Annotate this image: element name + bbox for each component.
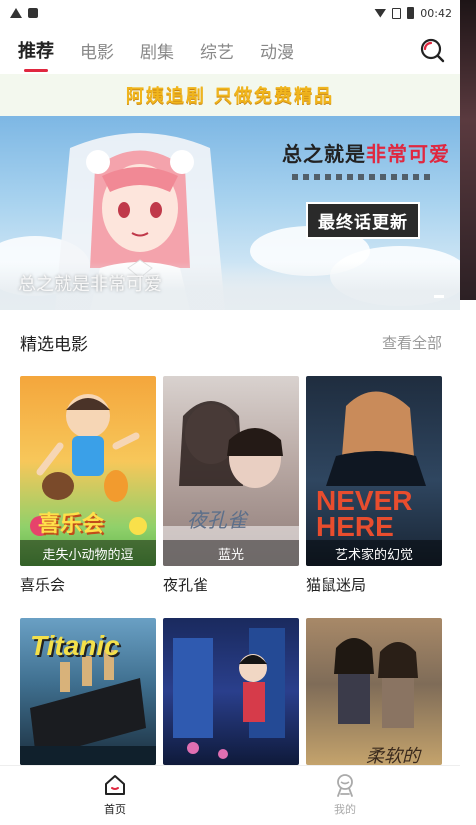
banner-image: 总之就是非常可爱 最终话更新 总之就是非常可爱 xyxy=(0,116,460,310)
banner-caption: 总之就是非常可爱 xyxy=(18,274,162,295)
tab-variety[interactable]: 综艺 xyxy=(200,38,234,63)
tab-series[interactable]: 剧集 xyxy=(140,38,174,63)
edge-strip xyxy=(460,0,476,300)
movie-title: 猫鼠迷局 xyxy=(306,576,367,594)
movie-poster: NEVER HERE 艺术家的幻觉 xyxy=(306,376,442,566)
status-time: 00:42 xyxy=(420,6,452,20)
movie-poster xyxy=(163,618,299,765)
movie-poster: Titanic xyxy=(20,618,156,765)
movie-card[interactable]: 喜乐会 走失小动物的逗 喜乐会 xyxy=(20,376,156,595)
movie-card[interactable]: 夜孔雀 蓝光 夜孔雀 xyxy=(163,376,299,595)
wifi-icon xyxy=(374,8,387,18)
warning-icon xyxy=(10,8,22,18)
banner-headline: 总之就是非常可爱 xyxy=(282,142,450,166)
carousel-indicator xyxy=(434,295,444,298)
movie-card[interactable]: NEVER HERE 艺术家的幻觉 猫鼠迷局 xyxy=(306,376,442,595)
status-bar: 00:42 xyxy=(0,0,460,26)
tab-movies[interactable]: 电影 xyxy=(80,38,114,63)
poster-overlay-text: 艺术家的幻觉 xyxy=(306,540,442,566)
search-button[interactable] xyxy=(418,36,446,64)
notification-icon xyxy=(28,8,38,18)
home-icon xyxy=(105,775,125,795)
featured-movies-header: 精选电影 查看全部 xyxy=(0,322,460,362)
tab-profile[interactable]: 我的 xyxy=(230,766,460,825)
sim-icon xyxy=(392,7,402,19)
tab-anime[interactable]: 动漫 xyxy=(260,38,294,63)
banner-slogan-bar: 阿姨追剧 只做免费精品 xyxy=(0,74,460,116)
banner-slogan: 阿姨追剧 只做免费精品 xyxy=(125,86,335,107)
bottom-tab-bar: 首页 我的 xyxy=(0,765,460,825)
top-nav: 推荐 电影 剧集 综艺 动漫 xyxy=(0,26,460,74)
movie-title: 喜乐会 xyxy=(20,576,66,594)
tab-home-label: 首页 xyxy=(104,803,126,816)
couple-illustration xyxy=(163,401,299,566)
movie-card[interactable]: 柔软的 xyxy=(306,618,442,765)
banner-decoration xyxy=(292,174,432,180)
movie-poster: 夜孔雀 蓝光 xyxy=(163,376,299,566)
poster-overlay-text: 蓝光 xyxy=(163,540,299,566)
anime-night-illustration xyxy=(173,628,285,759)
movie-poster: 柔软的 xyxy=(306,618,442,765)
movie-title: 夜孔雀 xyxy=(163,576,209,594)
tab-profile-label: 我的 xyxy=(334,803,356,816)
search-icon xyxy=(420,38,445,63)
tab-home[interactable]: 首页 xyxy=(0,766,230,825)
banner-badge: 最终话更新 xyxy=(306,202,420,239)
tab-recommend[interactable]: 推荐 xyxy=(18,37,54,72)
movie-poster: 喜乐会 走失小动物的逗 xyxy=(20,376,156,566)
profile-icon xyxy=(337,774,353,797)
view-all-link[interactable]: 查看全部 xyxy=(382,332,442,353)
banner-carousel[interactable]: 阿姨追剧 只做免费精品 总之就是非常可爱 最终话更新 总之就是非常可爱 xyxy=(0,74,460,310)
section-title: 精选电影 xyxy=(20,334,88,355)
movie-card[interactable]: Titanic xyxy=(20,618,156,765)
poster-overlay-text: 走失小动物的逗 xyxy=(20,540,156,566)
battery-icon xyxy=(407,7,415,19)
movie-card[interactable] xyxy=(163,618,299,765)
